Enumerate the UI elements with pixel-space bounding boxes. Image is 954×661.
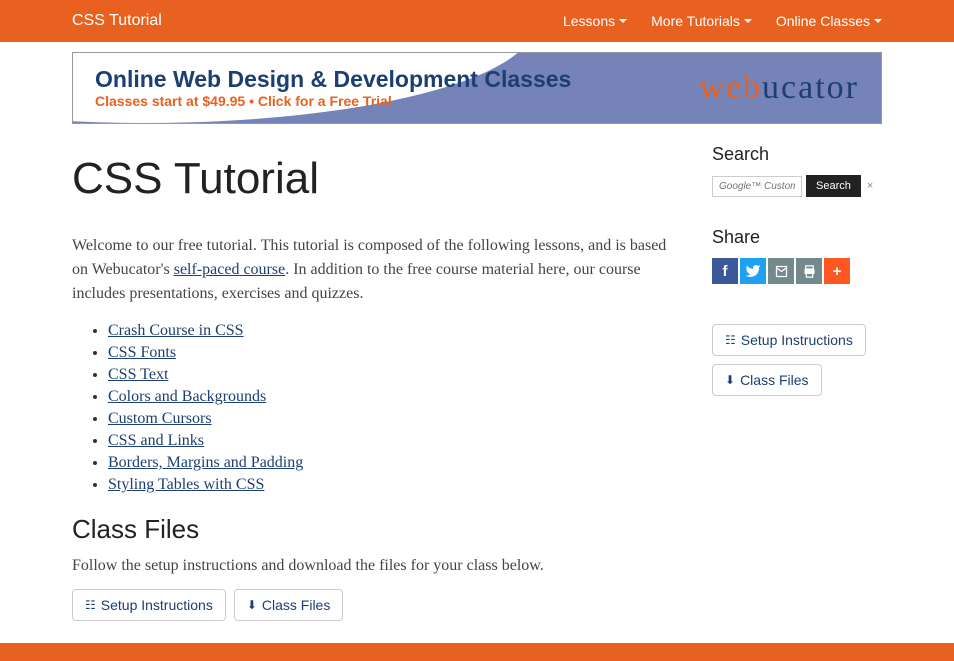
- lesson-link[interactable]: Custom Cursors: [108, 410, 212, 427]
- list-icon: ☷: [725, 333, 736, 347]
- list-item: Colors and Backgrounds: [108, 388, 672, 406]
- sidebar: Search Search × Share f + ☷Setup Instruc…: [712, 144, 882, 621]
- chevron-down-icon: [744, 19, 752, 23]
- download-icon: ⬇: [725, 373, 735, 387]
- sidebar-buttons: ☷Setup Instructions ⬇Class Files: [712, 324, 882, 404]
- main-content: CSS Tutorial Welcome to our free tutoria…: [72, 144, 672, 621]
- list-item: CSS and Links: [108, 432, 672, 450]
- button-row: ☷Setup Instructions ⬇Class Files: [72, 589, 672, 621]
- class-files-heading: Class Files: [72, 514, 672, 545]
- nav-item-label: Online Classes: [776, 13, 870, 29]
- facebook-icon[interactable]: f: [712, 258, 738, 284]
- lesson-link[interactable]: Crash Course in CSS: [108, 322, 244, 339]
- webucator-logo: webucator: [699, 69, 859, 107]
- nav-item-label: Lessons: [563, 13, 615, 29]
- brand-title[interactable]: CSS Tutorial: [72, 12, 162, 30]
- list-item: Crash Course in CSS: [108, 322, 672, 340]
- more-share-icon[interactable]: +: [824, 258, 850, 284]
- lesson-link[interactable]: Borders, Margins and Padding: [108, 454, 303, 471]
- lesson-link[interactable]: CSS Text: [108, 366, 168, 383]
- search-button[interactable]: Search: [806, 175, 861, 197]
- list-item: Custom Cursors: [108, 410, 672, 428]
- list-item: CSS Text: [108, 366, 672, 384]
- lesson-link[interactable]: CSS Fonts: [108, 344, 176, 361]
- lessons-list: Crash Course in CSS CSS Fonts CSS Text C…: [72, 322, 672, 494]
- list-item: CSS Fonts: [108, 344, 672, 362]
- chevron-down-icon: [619, 19, 627, 23]
- print-icon[interactable]: [796, 258, 822, 284]
- page-title: CSS Tutorial: [72, 154, 672, 204]
- footer-bar: [0, 643, 954, 661]
- close-icon[interactable]: ×: [865, 180, 875, 192]
- list-icon: ☷: [85, 598, 96, 612]
- lesson-link[interactable]: CSS and Links: [108, 432, 204, 449]
- top-navbar: CSS Tutorial Lessons More Tutorials Onli…: [0, 0, 954, 42]
- nav-lessons[interactable]: Lessons: [563, 13, 627, 29]
- chevron-down-icon: [874, 19, 882, 23]
- lesson-link[interactable]: Colors and Backgrounds: [108, 388, 266, 405]
- banner-title: Online Web Design & Development Classes: [95, 67, 571, 92]
- intro-paragraph: Welcome to our free tutorial. This tutor…: [72, 234, 672, 306]
- list-item: Styling Tables with CSS: [108, 476, 672, 494]
- lesson-link[interactable]: Styling Tables with CSS: [108, 476, 264, 493]
- nav-online-classes[interactable]: Online Classes: [776, 13, 882, 29]
- promo-banner[interactable]: Online Web Design & Development Classes …: [72, 52, 882, 124]
- class-files-button[interactable]: ⬇Class Files: [712, 364, 822, 396]
- search-row: Search ×: [712, 175, 882, 197]
- nav-item-label: More Tutorials: [651, 13, 740, 29]
- search-heading: Search: [712, 144, 882, 165]
- list-item: Borders, Margins and Padding: [108, 454, 672, 472]
- class-files-text: Follow the setup instructions and downlo…: [72, 557, 672, 575]
- share-row: f +: [712, 258, 882, 284]
- class-files-button[interactable]: ⬇Class Files: [234, 589, 344, 621]
- self-paced-course-link[interactable]: self-paced course: [174, 261, 286, 278]
- setup-instructions-button[interactable]: ☷Setup Instructions: [72, 589, 226, 621]
- twitter-icon[interactable]: [740, 258, 766, 284]
- download-icon: ⬇: [247, 598, 257, 612]
- share-heading: Share: [712, 227, 882, 248]
- nav-more-tutorials[interactable]: More Tutorials: [651, 13, 752, 29]
- email-icon[interactable]: [768, 258, 794, 284]
- nav-links: Lessons More Tutorials Online Classes: [563, 13, 882, 29]
- search-input[interactable]: [712, 176, 802, 197]
- banner-subtitle: Classes start at $49.95 • Click for a Fr…: [95, 93, 571, 109]
- setup-instructions-button[interactable]: ☷Setup Instructions: [712, 324, 866, 356]
